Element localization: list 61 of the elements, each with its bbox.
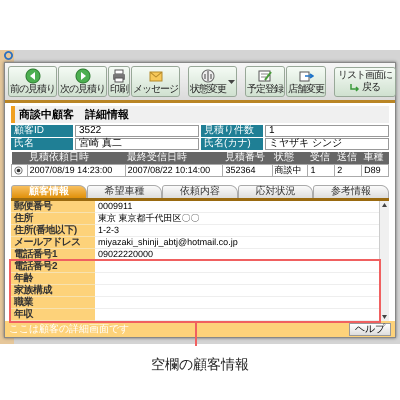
table-cell: 商談中 [272,164,308,176]
field-value: 東京 東京都千代田区〇〇 [95,213,379,225]
field-value: 1 [265,125,389,137]
back-to-list-button[interactable]: リスト画面に 戻る [334,66,396,96]
field-value: 1-2-3 [95,225,379,237]
field-label: 氏名 [11,138,73,150]
field-label: 氏名(カナ) [201,138,263,150]
toolbar-button[interactable]: メッセージ [131,66,180,97]
toolbar-icon [74,68,90,84]
annotation-caption: 空欄の顧客情報 [151,356,249,374]
scrollbar[interactable] [379,201,389,321]
return-arrow-icon [350,84,360,92]
table-cell: 352364 [222,164,272,176]
tab[interactable]: 参考情報 [313,185,389,198]
tab[interactable]: 希望車種 [86,185,162,198]
toolbar-button[interactable]: 予定登録 [245,66,285,97]
toolbar-icon [257,68,273,84]
column-header: 最終受信日時 [125,152,223,164]
help-button[interactable]: ヘルプ [349,322,391,336]
field-label: 住所 [11,213,95,225]
toolbar-button[interactable]: 印刷 [108,66,130,97]
tab[interactable]: 依頼内容 [162,185,238,198]
tab[interactable]: 応対状況 [238,185,314,198]
field-label: 年齢 [11,273,95,285]
table-cell: 2007/08/22 10:14:00 [125,164,223,176]
toolbar-icon [24,68,40,84]
radio-button[interactable] [14,166,23,175]
caret-icon[interactable] [228,78,235,84]
scroll-up-icon[interactable] [380,201,389,209]
field-value: 3522 [75,125,199,137]
toolbar-icon [200,68,216,84]
leader-line [195,322,197,346]
field-label: 見積り件数 [201,125,263,137]
field-value: ミヤザキ シンジ [265,138,389,150]
table-cell: 1 [308,164,335,176]
logo-icon [4,51,13,60]
toolbar-button[interactable]: 店舗変更 [286,66,326,97]
field-label: 住所(番地以下) [11,225,95,237]
field-label: 電話番号2 [11,261,95,273]
toolbar-button[interactable]: 次の見積り [58,66,107,97]
column-header: 見積番号 [222,152,272,164]
field-label: 家族構成 [11,285,95,297]
table-cell: 2007/08/19 14:23:00 [27,164,126,176]
column-header: 見積依頼日時 [27,152,126,164]
toolbar-button[interactable]: 前の見積り [8,66,57,97]
field-label: 職業 [11,297,95,309]
field-label: メールアドレス [11,237,95,249]
section-heading: 商談中顧客 詳細情報 [11,106,389,123]
table-cell: 2 [334,164,362,176]
field-label: 年収 [11,309,95,321]
menu-button[interactable]: 状態変更 [188,66,237,97]
field-value: 0009911 [95,201,379,213]
field-label: 顧客ID [11,125,73,137]
field-value: 宮崎 真二 [75,138,199,150]
toolbar-icon [111,68,127,84]
field-value: miyazaki_shinji_abtj@hotmail.co.jp [95,237,379,249]
status-text: ここは顧客の詳細画面です [9,322,129,336]
toolbar-button[interactable]: 状態変更 [189,67,227,96]
table-cell: D89 [362,164,388,176]
column-header: 状態 [272,152,308,164]
field-label: 郵便番号 [11,201,95,213]
